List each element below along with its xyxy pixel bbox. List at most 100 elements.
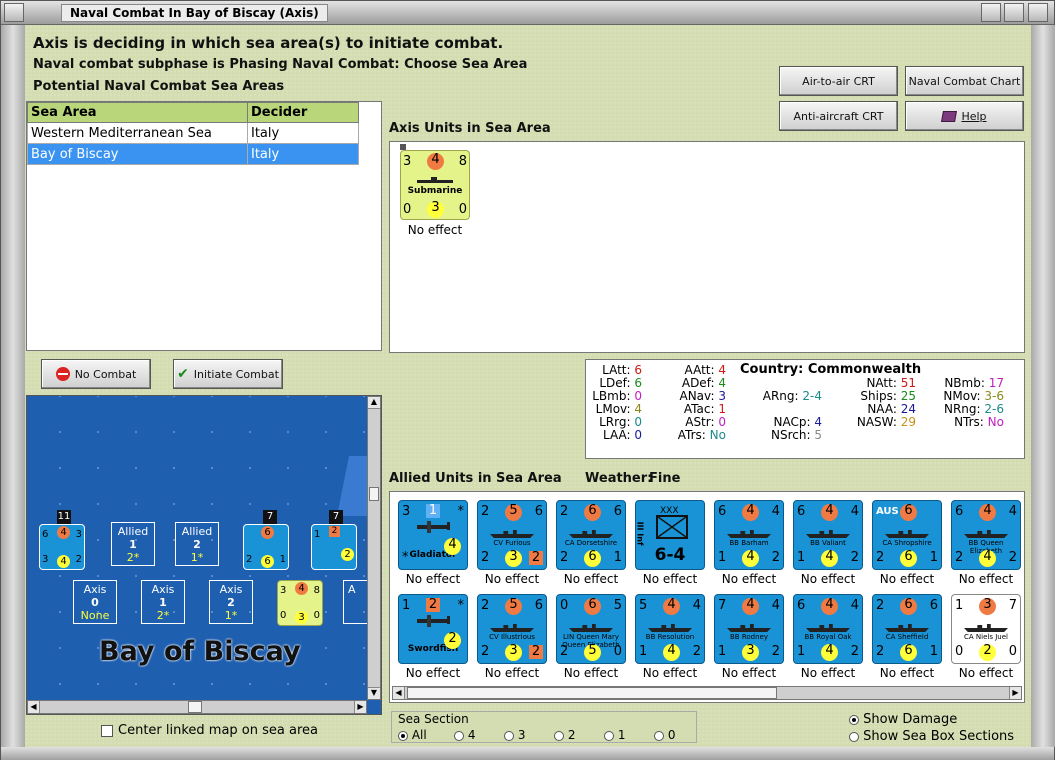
scroll-left-arrow-icon[interactable]: ◀	[28, 701, 40, 713]
stat-label: ATrs:	[677, 428, 706, 442]
scroll-right-arrow-icon[interactable]: ▶	[1009, 687, 1021, 699]
map-axis-submarine[interactable]: 348 030	[277, 580, 323, 626]
axis-box-0[interactable]: Axis 0 None	[73, 580, 117, 624]
map-horizontal-scrollbar[interactable]: ◀ ▶	[27, 700, 367, 714]
sea-area-table: Sea Area Decider Western Mediterranean S…	[27, 102, 359, 165]
scroll-down-arrow-icon[interactable]: ▼	[368, 687, 380, 699]
counter-name: BB Resolution	[645, 633, 695, 641]
radio-show-damage[interactable]	[849, 714, 859, 725]
radio-3[interactable]	[504, 730, 514, 741]
ship-icon	[806, 621, 850, 632]
stat-value: 3-6	[984, 389, 1004, 403]
allied-scroll-thumb[interactable]	[407, 687, 777, 699]
air-stats: AAtt: 4 ADef: 4 ANav: 3 ATac: 1 AStr: 0 …	[666, 364, 726, 442]
decider-cell[interactable]: Italy	[247, 143, 359, 165]
allied-unit-effect: No effect	[642, 666, 698, 680]
scroll-right-arrow-icon[interactable]: ▶	[354, 701, 366, 713]
axis-box-2[interactable]: Axis 2 1*	[209, 580, 253, 624]
sea-section-2[interactable]: 2	[554, 728, 604, 742]
radio-1[interactable]	[604, 730, 614, 741]
ship-counter[interactable]: 2 5 6 CV Illustrious 2 3 2	[477, 594, 547, 664]
counter-value: *	[457, 504, 465, 519]
title-bar[interactable]: Naval Combat In Bay of Biscay (Axis)	[1, 1, 1054, 25]
counter-value: 0	[955, 644, 964, 659]
ship-counter[interactable]: 5 4 4 BB Resolution 1 4 2	[635, 594, 705, 664]
allied-horizontal-scrollbar[interactable]: ◀ ▶	[392, 686, 1022, 700]
radio-0[interactable]	[654, 730, 664, 741]
bottom-border	[1, 747, 1054, 760]
ship-counter[interactable]: 2 6 6 CA Sheffield 2 6 1	[872, 594, 942, 664]
counter-value: 3	[979, 598, 996, 615]
map-stack-bb[interactable]: 643 432	[39, 524, 85, 570]
allied-box-2[interactable]: Allied 2 1*	[175, 522, 219, 566]
ship-counter[interactable]: 6 4 4 BB Royal Oak 1 4 2	[793, 594, 863, 664]
table-row[interactable]: Western Mediterranean Sea Italy	[27, 122, 359, 144]
naval-combat-chart-button[interactable]: Naval Combat Chart	[905, 66, 1024, 96]
radio-all[interactable]	[398, 730, 408, 741]
ship-counter[interactable]: 0 6 5 LIN Queen Mary Queen Elizabeth 2 5 0	[556, 594, 626, 664]
ship-counter[interactable]: 6 4 4 BB Barham 1 4 2	[714, 500, 784, 570]
ship-counter[interactable]: 6 4 4 BB Valiant 1 4 2	[793, 500, 863, 570]
column-header-sea-area[interactable]: Sea Area	[27, 102, 248, 123]
aircraft-counter[interactable]: 3 1 * Gladiator * 4	[398, 500, 468, 570]
maximize-button[interactable]	[1004, 3, 1024, 22]
aircraft-counter[interactable]: 1 2 * Swordfish 2	[398, 594, 468, 664]
initiate-combat-button[interactable]: ✔ Initiate Combat	[173, 359, 283, 389]
counter-name: CA Dorsetshire	[564, 539, 618, 547]
axis-box-1[interactable]: Axis 1 2*	[141, 580, 185, 624]
allied-units-heading: Allied Units in Sea Area	[389, 471, 562, 486]
counter-value: 4	[979, 550, 996, 567]
scroll-left-arrow-icon[interactable]: ◀	[393, 687, 405, 699]
show-damage-option[interactable]: Show Damage	[849, 711, 1014, 728]
horizontal-scroll-thumb[interactable]	[188, 701, 202, 713]
sea-section-all[interactable]: All	[398, 728, 454, 742]
radio-show-sea-box[interactable]	[849, 731, 859, 742]
column-header-decider[interactable]: Decider	[247, 102, 359, 123]
counter-name: CV Illustrious	[489, 633, 535, 641]
display-options: Show Damage Show Sea Box Sections	[849, 711, 1014, 745]
sea-area-cell[interactable]: Bay of Biscay	[27, 143, 248, 165]
axis-submarine-counter[interactable]: 3 4 8 Submarine 0 3 0	[400, 150, 470, 220]
radio-4[interactable]	[454, 730, 464, 741]
counter-value: 4	[821, 550, 838, 567]
ship-counter[interactable]: 7 4 4 BB Rodney 1 3 2	[714, 594, 784, 664]
decider-cell[interactable]: Italy	[247, 122, 359, 144]
ship-counter[interactable]: 2 5 6 CV Furious 2 3 2	[477, 500, 547, 570]
show-sea-box-option[interactable]: Show Sea Box Sections	[849, 728, 1014, 745]
table-row-selected[interactable]: Bay of Biscay Italy	[27, 143, 359, 165]
air-to-air-crt-button[interactable]: Air-to-air CRT	[779, 66, 898, 96]
map-stack-ca[interactable]: 6 621	[243, 524, 289, 570]
help-button[interactable]: Help	[905, 101, 1024, 131]
map-stack-swordfish[interactable]: 12 2	[311, 524, 357, 570]
left-border	[1, 25, 25, 747]
sea-area-cell[interactable]: Western Mediterranean Sea	[27, 122, 248, 144]
counter-value: 3	[742, 644, 759, 661]
system-menu-button[interactable]	[4, 3, 24, 22]
close-button[interactable]	[1028, 3, 1048, 22]
scroll-up-arrow-icon[interactable]: ▲	[368, 397, 380, 409]
map-vertical-scrollbar[interactable]: ▲ ▼	[367, 396, 381, 700]
radio-2[interactable]	[554, 730, 564, 741]
help-label: Help	[961, 109, 987, 123]
sea-section-4[interactable]: 4	[454, 728, 504, 742]
sea-section-1[interactable]: 1	[604, 728, 654, 742]
stat-value: 5	[814, 428, 822, 442]
center-map-checkbox[interactable]	[101, 724, 113, 737]
ship-counter[interactable]: AUS 6 CA Shropshire 2 6 1	[872, 500, 942, 570]
sea-area-map[interactable]: 11 643 432 Allied 1 2* Allied 2 1* 7 6 621 7…	[26, 395, 382, 715]
ship-counter[interactable]: 1 3 7 CA Niels Juel 0 2 0	[951, 594, 1021, 664]
ship-counter[interactable]: 644BB Queen Elizabeth242	[951, 500, 1021, 570]
vertical-scroll-thumb[interactable]	[369, 487, 379, 501]
submarine-icon	[413, 173, 457, 183]
ship-counter[interactable]: 2 6 6 CA Dorsetshire 2 6 1	[556, 500, 626, 570]
anti-aircraft-crt-button[interactable]: Anti-aircraft CRT	[779, 101, 898, 131]
center-map-checkbox-row[interactable]: Center linked map on sea area	[101, 723, 318, 738]
army-counter[interactable]: XXX III Inf 6-4	[635, 500, 705, 570]
allied-box-1[interactable]: Allied 1 2*	[111, 522, 155, 566]
counter-value: 3	[427, 201, 444, 218]
minimize-button[interactable]	[981, 3, 1001, 22]
counter-value: 0	[613, 644, 622, 659]
sea-section-0[interactable]: 0	[654, 728, 694, 742]
sea-section-3[interactable]: 3	[504, 728, 554, 742]
no-combat-button[interactable]: No Combat	[41, 359, 151, 389]
